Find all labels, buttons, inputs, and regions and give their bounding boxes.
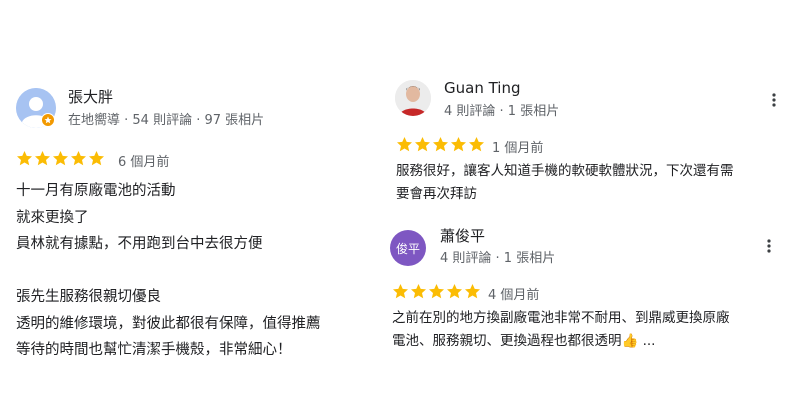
star-icon <box>89 151 104 166</box>
avatar[interactable] <box>395 80 431 116</box>
review-card: 張大胖 在地嚮導 · 54 則評論 · 97 張相片 6 個月前 十一月有原廠電… <box>0 0 390 400</box>
review-text-line: 透明的維修環境，對彼此都很有保障，值得推薦 <box>16 315 321 332</box>
review-text-line: 十一月有原廠電池的活動 <box>16 183 176 199</box>
star-icon <box>451 137 466 152</box>
review-time: 6 個月前 <box>118 155 170 170</box>
review-text-line: 服務很好，讓客人知道手機的軟硬軟體狀況，下次還有需 <box>396 163 734 179</box>
star-icon <box>465 284 480 299</box>
review-text-line: 等待的時間也幫忙清潔手機殼，非常細心！ <box>16 342 292 358</box>
more-options-icon[interactable] <box>759 236 779 256</box>
reviewer-name[interactable]: 蕭俊平 <box>440 225 485 246</box>
star-icon <box>397 137 412 152</box>
profile-photo-icon <box>395 80 431 116</box>
reviewer-meta: 在地嚮導 · 54 則評論 · 97 張相片 <box>68 113 265 128</box>
star-icon <box>393 284 408 299</box>
star-icon <box>433 137 448 152</box>
star-icon <box>17 151 32 166</box>
review-card: Guan Ting 4 則評論 · 1 張相片 1 個月前 服務很好，讓客人知道… <box>390 0 800 210</box>
review-time: 4 個月前 <box>488 288 540 303</box>
star-icon <box>53 151 68 166</box>
star-icon <box>71 151 86 166</box>
star-icon <box>429 284 444 299</box>
review-text-line: 員林就有據點，不用跑到台中去很方便 <box>16 236 263 252</box>
review-text: 十一月有原廠電池的活動 就來更換了員林就有據點，不用跑到台中去很方便 張先生服務很… <box>16 178 321 364</box>
review-text-line <box>16 258 321 285</box>
avatar-initials: 俊平 <box>395 241 420 256</box>
star-icon <box>35 151 50 166</box>
star-icon <box>469 137 484 152</box>
star-rating <box>396 136 485 153</box>
star-rating <box>392 283 481 300</box>
review-text-line: 電池、服務親切、更換過程也都很透明👍 ... <box>392 333 656 349</box>
avatar[interactable]: 俊平 <box>390 230 426 266</box>
review-text-line: 就來更換了 <box>16 209 89 226</box>
reviewer-name[interactable]: 張大胖 <box>68 86 113 107</box>
reviewer-meta: 4 則評論 · 1 張相片 <box>440 251 556 266</box>
local-guide-badge-icon <box>41 113 55 127</box>
review-text: 之前在別的地方換副廠電池非常不耐用、到鼎威更換原廠 電池、服務親切、更換過程也都很… <box>392 307 730 353</box>
star-rating <box>16 150 105 167</box>
more-options-icon[interactable] <box>764 90 784 110</box>
review-text-line: 之前在別的地方換副廠電池非常不耐用、到鼎威更換原廠 <box>392 310 730 326</box>
star-icon <box>411 284 426 299</box>
review-time: 1 個月前 <box>492 141 544 156</box>
review-card: 俊平 蕭俊平 4 則評論 · 1 張相片 4 個月前 之前在別的地方換副廠電池非… <box>390 210 800 400</box>
review-text: 服務很好，讓客人知道手機的軟硬軟體狀況，下次還有需 要會再次拜訪 <box>396 160 734 206</box>
star-icon <box>447 284 462 299</box>
review-text-line: 要會再次拜訪 <box>396 186 477 202</box>
reviewer-name[interactable]: Guan Ting <box>444 79 521 97</box>
reviewer-meta: 4 則評論 · 1 張相片 <box>444 104 560 119</box>
review-text-line: 張先生服務很親切優良 <box>16 289 161 305</box>
star-icon <box>415 137 430 152</box>
